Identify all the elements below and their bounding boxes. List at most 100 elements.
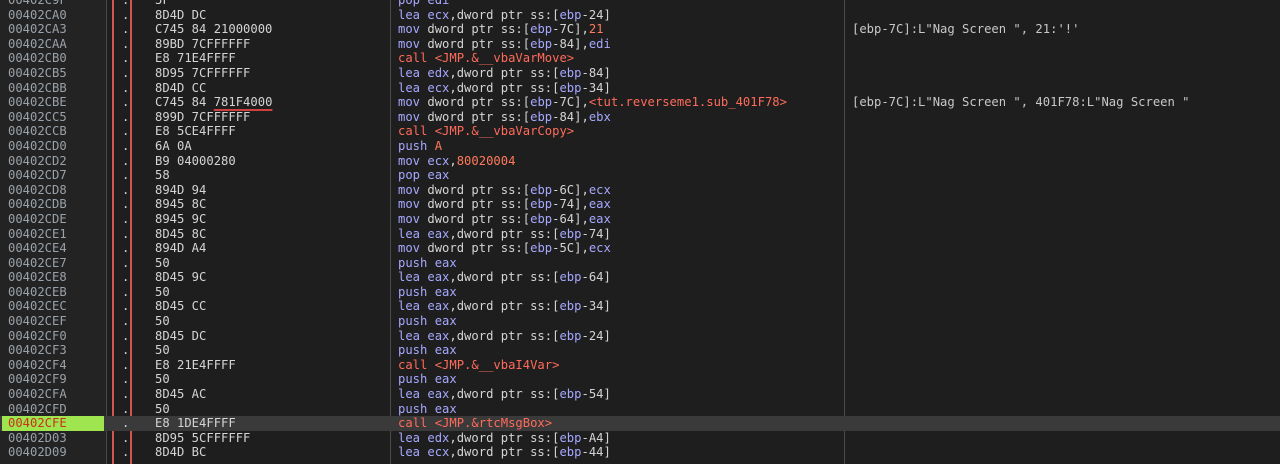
bytes-cell[interactable]: 8D4D CC (155, 81, 206, 96)
instruction-row[interactable]: 00402CE7. 50 push eax (0, 256, 1280, 271)
instruction-row[interactable]: 00402CEC. 8D45 CC lea eax,dword ptr ss:[eb… (0, 299, 1280, 314)
bytes-cell[interactable]: 6A 0A (155, 139, 192, 154)
bytes-cell[interactable]: 8D95 7CFFFFFF (155, 66, 250, 81)
address-cell[interactable]: 00402CA0 (8, 8, 104, 23)
instruction-cell[interactable]: push A (398, 139, 442, 154)
bytes-cell[interactable]: 8D4D BC (155, 445, 206, 460)
bytes-cell[interactable]: 50 (155, 372, 170, 387)
address-cell[interactable]: 00402CDE (8, 212, 104, 227)
instruction-row[interactable]: 00402CF3. 50 push eax (0, 343, 1280, 358)
address-cell[interactable]: 00402CFD (8, 402, 104, 417)
instruction-cell[interactable]: lea ecx,dword ptr ss:[ebp-44] (398, 445, 611, 460)
address-cell[interactable]: 00402CFE (2, 416, 104, 431)
instruction-row[interactable]: 00402CB5. 8D95 7CFFFFFF lea edx,dword ptr … (0, 66, 1280, 81)
address-cell[interactable]: 00402CE1 (8, 227, 104, 242)
bytes-cell[interactable]: 50 (155, 402, 170, 417)
instruction-row[interactable]: 00402CD8. 894D 94 mov dword ptr ss:[ebp-6C… (0, 183, 1280, 198)
bytes-cell[interactable]: C745 84 21000000 (155, 22, 272, 37)
address-cell[interactable]: 00402CD2 (8, 154, 104, 169)
address-cell[interactable]: 00402CC5 (8, 110, 104, 125)
address-cell[interactable]: 00402D09 (8, 445, 104, 460)
bytes-cell[interactable]: B9 04000280 (155, 154, 236, 169)
address-cell[interactable]: 00402CE7 (8, 256, 104, 271)
address-cell[interactable]: 00402CEF (8, 314, 104, 329)
bytes-cell[interactable]: 8D4D DC (155, 8, 206, 23)
instruction-row[interactable]: 00402CF9. 50 push eax (0, 372, 1280, 387)
instruction-cell[interactable]: call <JMP.&__vbaI4Var> (398, 358, 559, 373)
instruction-row[interactable]: 00402CBE. C745 84 781F4000 mov dword ptr s… (0, 95, 1280, 110)
instruction-row[interactable]: 00402CCB. E8 5CE4FFFF call <JMP.&__vbaVarC… (0, 124, 1280, 139)
address-cell[interactable]: 00402CD7 (8, 168, 104, 183)
instruction-cell[interactable]: call <JMP.&rtcMsgBox> (398, 416, 552, 431)
instruction-row[interactable]: 00402CC5. 899D 7CFFFFFF mov dword ptr ss:[… (0, 110, 1280, 125)
bytes-cell[interactable]: E8 21E4FFFF (155, 358, 236, 373)
bytes-cell[interactable]: 50 (155, 285, 170, 300)
instruction-row[interactable]: 00402CFD. 50 push eax (0, 402, 1280, 417)
instruction-row[interactable]: 00402CDB. 8945 8C mov dword ptr ss:[ebp-74… (0, 197, 1280, 212)
address-cell[interactable]: 00402CA3 (8, 22, 104, 37)
address-cell[interactable]: 00402CB5 (8, 66, 104, 81)
instruction-cell[interactable]: mov dword ptr ss:[ebp-7C],<tut.reverseme… (398, 95, 787, 110)
bytes-cell[interactable]: E8 1DE4FFFF (155, 416, 236, 431)
address-cell[interactable]: 00402CB0 (8, 51, 104, 66)
bytes-cell[interactable]: 8D45 DC (155, 329, 206, 344)
instruction-row[interactable]: 00402CDE. 8945 9C mov dword ptr ss:[ebp-64… (0, 212, 1280, 227)
address-cell[interactable]: 00402CF9 (8, 372, 104, 387)
bytes-cell[interactable]: 899D 7CFFFFFF (155, 110, 250, 125)
bytes-cell[interactable]: 8D95 5CFFFFFF (155, 431, 250, 446)
instruction-cell[interactable]: lea eax,dword ptr ss:[ebp-34] (398, 299, 611, 314)
instruction-cell[interactable]: push eax (398, 372, 457, 387)
bytes-cell[interactable]: 50 (155, 256, 170, 271)
instruction-cell[interactable]: lea ecx,dword ptr ss:[ebp-34] (398, 81, 611, 96)
instruction-cell[interactable]: call <JMP.&__vbaVarMove> (398, 51, 574, 66)
instruction-row[interactable]: 00402CD0. 6A 0A push A (0, 139, 1280, 154)
bytes-cell[interactable]: 894D A4 (155, 241, 206, 256)
bytes-cell[interactable]: 50 (155, 314, 170, 329)
bytes-cell[interactable]: 894D 94 (155, 183, 206, 198)
address-cell[interactable]: 00402CBB (8, 81, 104, 96)
instruction-row[interactable]: 00402CEB. 50 push eax (0, 285, 1280, 300)
instruction-row[interactable]: 00402CBB. 8D4D CC lea ecx,dword ptr ss:[eb… (0, 81, 1280, 96)
bytes-cell[interactable]: 50 (155, 343, 170, 358)
instruction-cell[interactable]: lea eax,dword ptr ss:[ebp-54] (398, 387, 611, 402)
address-cell[interactable]: 00402CD8 (8, 183, 104, 198)
instruction-cell[interactable]: mov dword ptr ss:[ebp-84],edi (398, 37, 611, 52)
address-cell[interactable]: 00402D03 (8, 431, 104, 446)
instruction-cell[interactable]: mov dword ptr ss:[ebp-74],eax (398, 197, 611, 212)
instruction-cell[interactable]: mov ecx,80020004 (398, 154, 515, 169)
bytes-cell[interactable]: 8D45 9C (155, 270, 206, 285)
instruction-cell[interactable]: lea eax,dword ptr ss:[ebp-74] (398, 227, 611, 242)
bytes-cell[interactable]: 8D45 8C (155, 227, 206, 242)
bytes-cell[interactable]: 8945 9C (155, 212, 206, 227)
instruction-row[interactable]: 00402CE1. 8D45 8C lea eax,dword ptr ss:[eb… (0, 227, 1280, 242)
instruction-cell[interactable]: push eax (398, 402, 457, 417)
instruction-cell[interactable]: lea edx,dword ptr ss:[ebp-A4] (398, 431, 611, 446)
instruction-cell[interactable]: lea eax,dword ptr ss:[ebp-64] (398, 270, 611, 285)
instruction-cell[interactable]: pop eax (398, 168, 449, 183)
disassembly-view[interactable]: 00402C9F. 5F pop edi 00402CA0. 8D4D DC lea ec… (0, 0, 1280, 464)
instruction-row[interactable]: 00402CFA. 8D45 AC lea eax,dword ptr ss:[eb… (0, 387, 1280, 402)
instruction-cell[interactable]: lea ecx,dword ptr ss:[ebp-24] (398, 8, 611, 23)
instruction-row[interactable]: 00402C9F. 5F pop edi (0, 0, 1280, 8)
bytes-cell[interactable]: E8 5CE4FFFF (155, 124, 236, 139)
address-cell[interactable]: 00402CF0 (8, 329, 104, 344)
instruction-row[interactable]: 00402CE4. 894D A4 mov dword ptr ss:[ebp-5C… (0, 241, 1280, 256)
instruction-cell[interactable]: push eax (398, 285, 457, 300)
instruction-cell[interactable]: mov dword ptr ss:[ebp-6C],ecx (398, 183, 611, 198)
instruction-row[interactable]: 00402CF4. E8 21E4FFFF call <JMP.&__vbaI4Va… (0, 358, 1280, 373)
comment-cell[interactable]: [ebp-7C]:L"Nag Screen ", 401F78:L"Nag Sc… (852, 95, 1190, 110)
instruction-row[interactable]: 00402D03. 8D95 5CFFFFFF lea edx,dword ptr … (0, 431, 1280, 446)
instruction-cell[interactable]: mov dword ptr ss:[ebp-5C],ecx (398, 241, 611, 256)
comment-cell[interactable]: [ebp-7C]:L"Nag Screen ", 21:'!' (852, 22, 1079, 37)
instruction-row[interactable]: 00402D09. 8D4D BC lea ecx,dword ptr ss:[eb… (0, 445, 1280, 460)
instruction-row[interactable]: 00402CEF. 50 push eax (0, 314, 1280, 329)
bytes-cell[interactable]: 8945 8C (155, 197, 206, 212)
instruction-cell[interactable]: push eax (398, 256, 457, 271)
instruction-cell[interactable]: push eax (398, 343, 457, 358)
address-cell[interactable]: 00402CE4 (8, 241, 104, 256)
bytes-cell[interactable]: E8 71E4FFFF (155, 51, 236, 66)
instruction-row[interactable]: 00402CAA. 89BD 7CFFFFFF mov dword ptr ss:[… (0, 37, 1280, 52)
instruction-row[interactable]: 00402CD2. B9 04000280 mov ecx,80020004 (0, 154, 1280, 169)
instruction-row-current[interactable]: 00402CFE. E8 1DE4FFFF call <JMP.&rtcMsgBox… (0, 416, 1280, 431)
instruction-row[interactable]: 00402CE8. 8D45 9C lea eax,dword ptr ss:[eb… (0, 270, 1280, 285)
